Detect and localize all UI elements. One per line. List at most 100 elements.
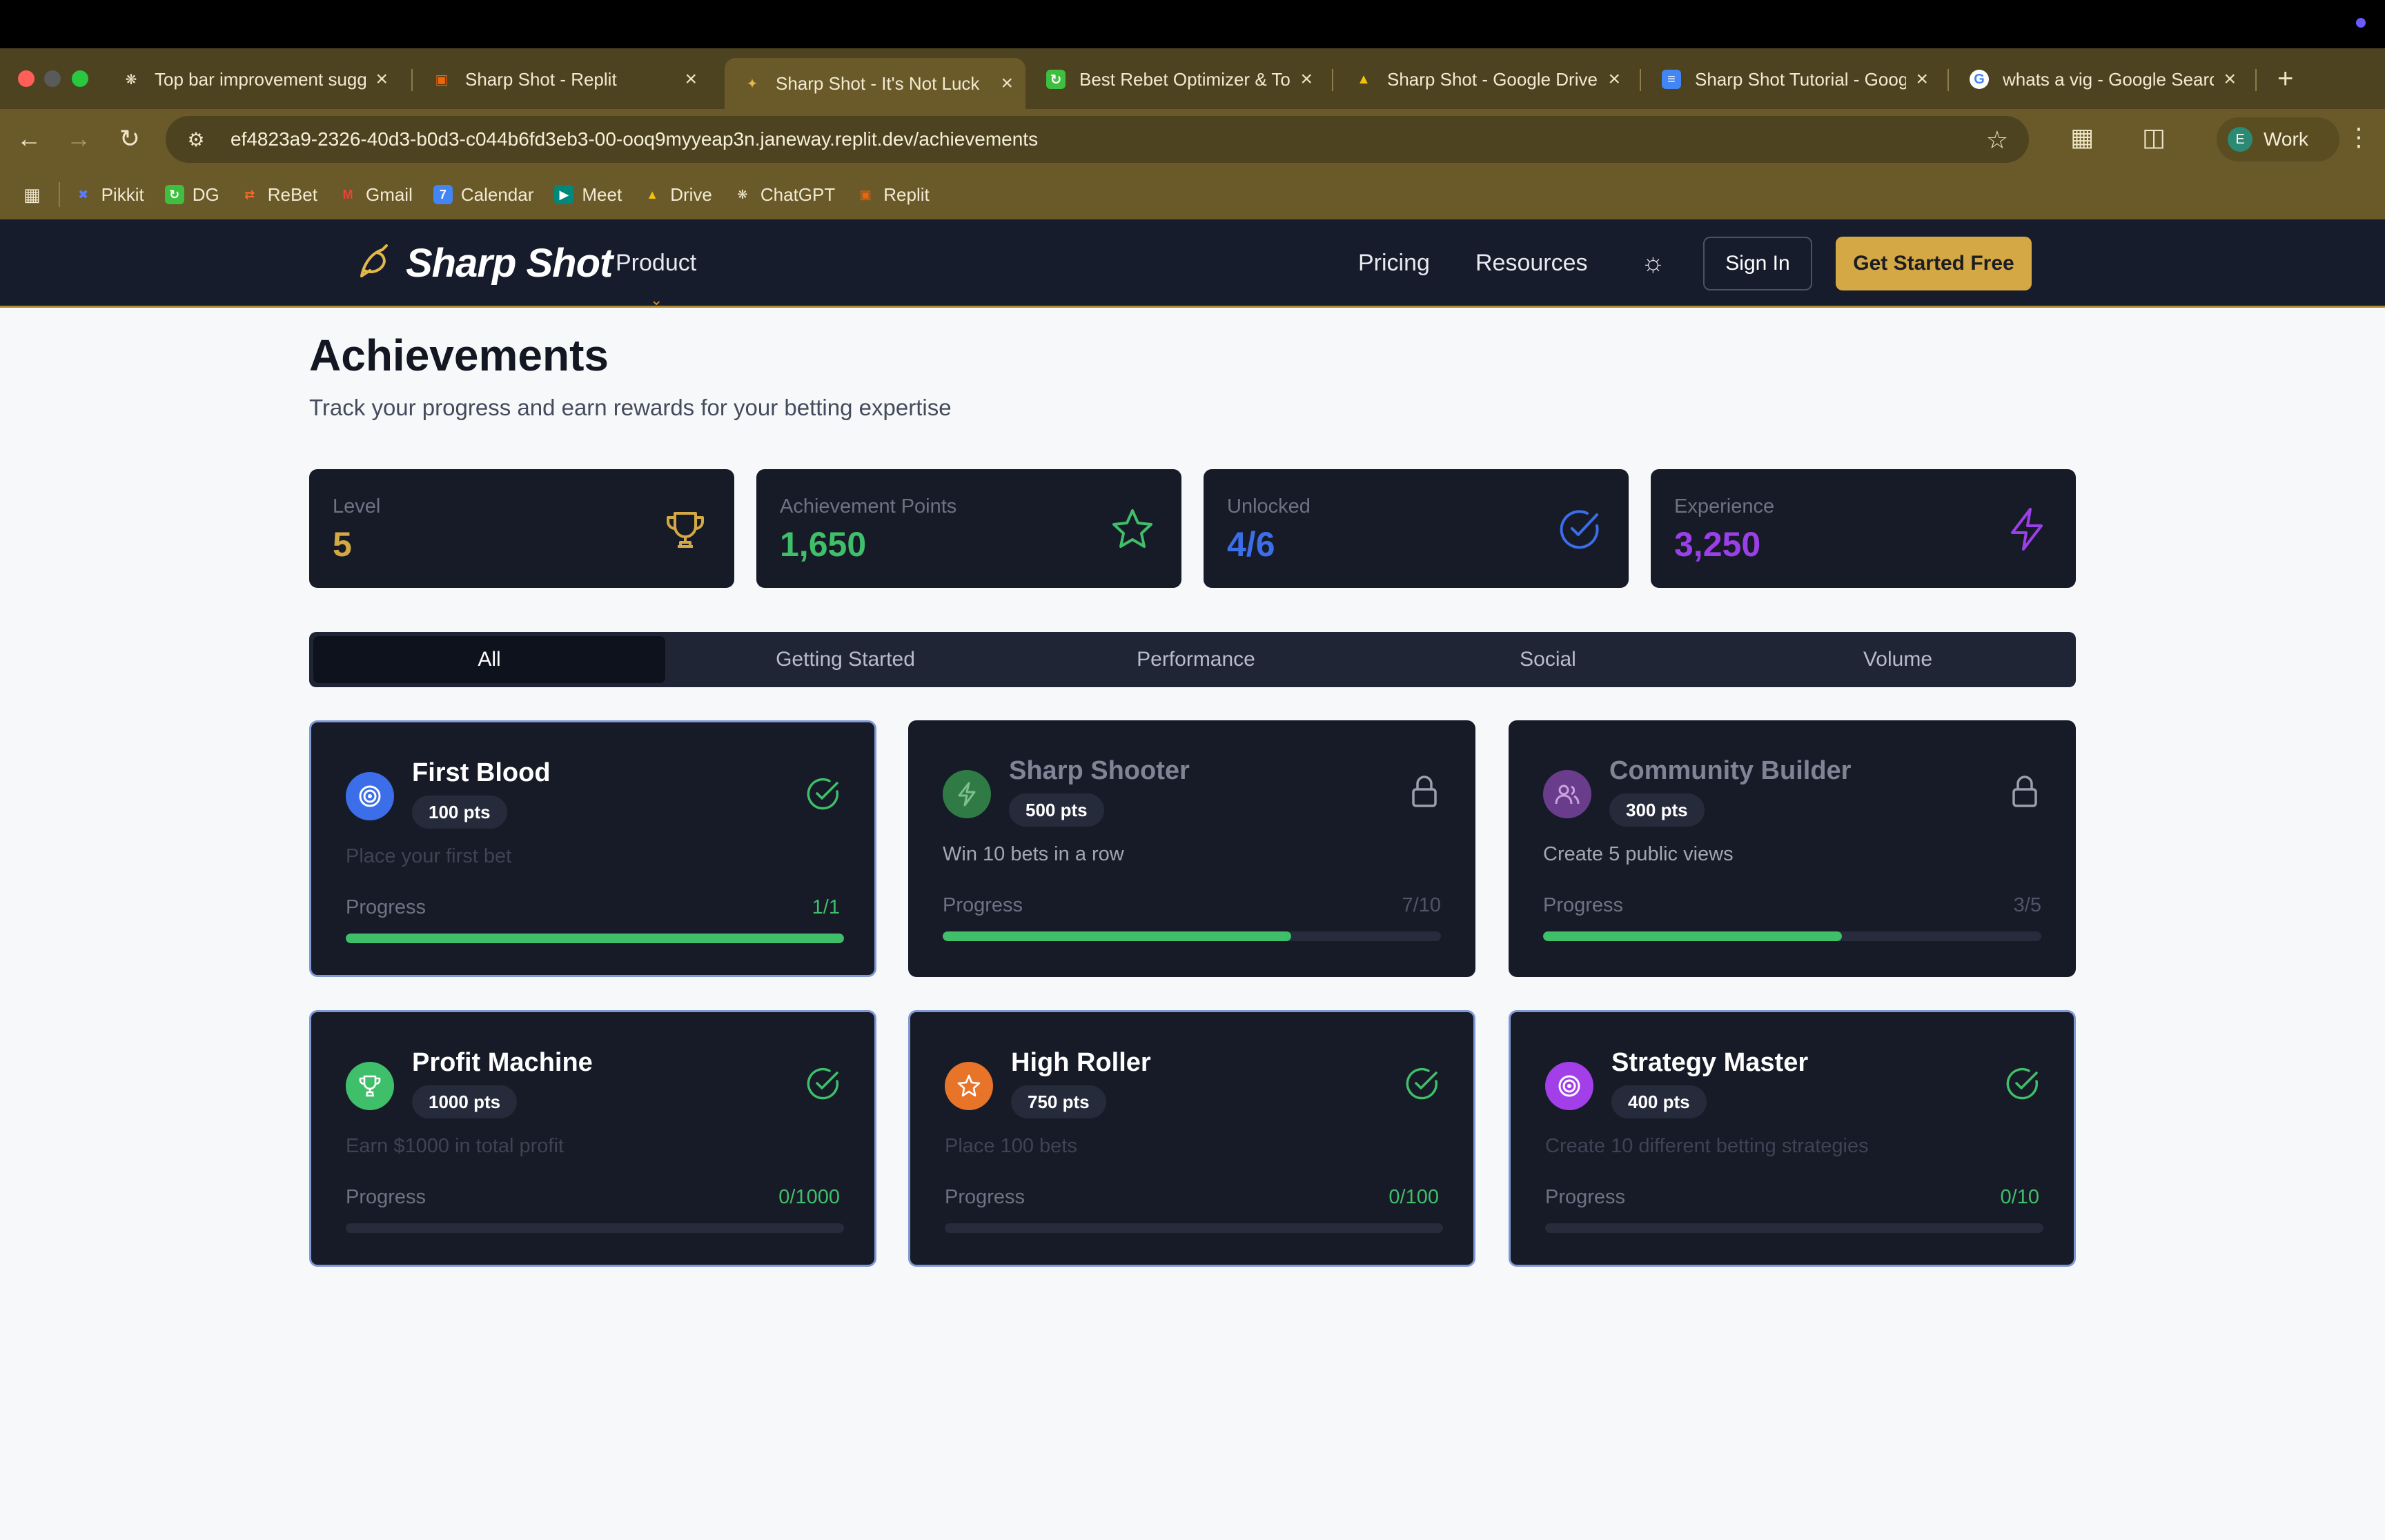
browser-tab[interactable]: ≡ Sharp Shot Tutorial - Goog × (1644, 58, 1941, 101)
tab-performance[interactable]: Performance (1020, 636, 1372, 683)
sharpshot-logo-icon (352, 243, 393, 284)
browser-tab-active[interactable]: ✦ Sharp Shot - It's Not Luck × (725, 58, 1025, 109)
bookmark-meet[interactable]: ▶ Meet (554, 184, 622, 206)
get-started-button[interactable]: Get Started Free (1836, 237, 2032, 290)
achievement-title: Sharp Shooter (1009, 756, 1190, 785)
achievement-card[interactable]: Profit Machine 1000 pts Earn $1000 in to… (309, 1010, 876, 1267)
achievement-title: Community Builder (1609, 756, 1852, 785)
address-bar[interactable]: ⚙ ef4823a9-2326-40d3-b0d3-c044b6fd3eb3-0… (166, 116, 2029, 163)
tab-volume[interactable]: Volume (1722, 636, 2073, 683)
nav-product[interactable]: Product (616, 250, 696, 277)
close-window-button[interactable] (18, 70, 35, 87)
lock-icon (1412, 776, 1437, 807)
browser-menu-icon[interactable]: ⋮ (2346, 123, 2371, 152)
bookmark-label: DG (192, 184, 219, 205)
progress-bar (346, 934, 844, 943)
points-badge: 400 pts (1611, 1085, 1707, 1118)
bookmark-label: Meet (582, 184, 622, 205)
nav-resources[interactable]: Resources (1475, 250, 1588, 277)
points-badge: 300 pts (1609, 793, 1705, 827)
stat-label: Level (333, 495, 381, 517)
minimize-window-button[interactable] (44, 70, 61, 87)
brand-logo[interactable]: Sharp Shot (352, 240, 613, 286)
sun-icon[interactable]: ☼ (1641, 248, 1665, 278)
bookmark-calendar[interactable]: 7 Calendar (433, 184, 533, 206)
cast-icon[interactable]: ◫ (2142, 123, 2166, 152)
achievement-card[interactable]: Strategy Master 400 pts Create 10 differ… (1509, 1010, 2076, 1267)
achievement-card[interactable]: High Roller 750 pts Place 100 bets Progr… (908, 1010, 1475, 1267)
status-dot (2356, 18, 2366, 28)
tab-divider (1640, 69, 1641, 91)
bookmark-chatgpt[interactable]: ❋ ChatGPT (733, 184, 835, 206)
rebet-icon: ⇄ (244, 187, 255, 201)
close-icon[interactable]: × (1001, 72, 1013, 95)
browser-tab[interactable]: ❋ Top bar improvement sugg × (104, 58, 400, 101)
browser-tab[interactable]: ↻ Best Rebet Optimizer & To × (1028, 58, 1325, 101)
browser-tab[interactable]: G whats a vig - Google Searc × (1952, 58, 2248, 101)
google-icon: G (1970, 70, 1989, 89)
extensions-icon[interactable]: ▦ (2070, 123, 2094, 152)
progress-label: Progress (1543, 894, 1624, 916)
sharpshot-icon: ✦ (746, 76, 758, 92)
close-icon[interactable]: × (2224, 68, 2236, 91)
apps-grid-icon[interactable]: ▦ (23, 184, 41, 206)
points-badge: 1000 pts (412, 1085, 518, 1118)
progress-value: 0/1000 (778, 1186, 840, 1208)
browser-tab[interactable]: ▲ Sharp Shot - Google Drive × (1336, 58, 1633, 101)
close-icon[interactable]: × (685, 68, 697, 91)
maximize-window-button[interactable] (72, 70, 88, 87)
dg-icon: ↻ (164, 185, 184, 204)
close-icon[interactable]: × (1916, 68, 1928, 91)
achievement-card[interactable]: First Blood 100 pts Place your first bet… (309, 720, 876, 977)
bookmark-gmail[interactable]: M Gmail (338, 184, 412, 206)
tab-social[interactable]: Social (1372, 636, 1724, 683)
bookmark-star-icon[interactable]: ☆ (1986, 126, 2008, 155)
new-tab-button[interactable]: + (2277, 63, 2293, 95)
tab-divider (2255, 69, 2257, 91)
site-info-icon[interactable]: ⚙ (182, 126, 210, 153)
bookmark-rebet[interactable]: ⇄ ReBet (240, 184, 317, 206)
drive-icon: ▲ (646, 187, 659, 201)
tab-all[interactable]: All (313, 636, 665, 683)
forward-icon[interactable]: → (63, 124, 94, 153)
replit-icon: ▣ (859, 187, 872, 201)
achievement-card[interactable]: Sharp Shooter 500 pts Win 10 bets in a r… (908, 720, 1475, 977)
progress-value: 1/1 (812, 896, 840, 918)
pikkit-icon: ✖ (78, 187, 89, 201)
bookmark-drive[interactable]: ▲ Drive (642, 184, 712, 206)
progress-value: 3/5 (2013, 894, 2041, 916)
avatar: E (2228, 127, 2252, 152)
bookmark-dg[interactable]: ↻ DG (164, 184, 219, 206)
back-icon[interactable]: ← (14, 124, 44, 153)
page-title: Achievements (309, 330, 609, 380)
profile-button[interactable]: E Work (2217, 117, 2339, 161)
site-header: Sharp Shot Product ⌄ Pricing Resources ☼… (0, 219, 2385, 308)
reload-icon[interactable]: ↻ (115, 124, 145, 153)
progress-label: Progress (346, 896, 426, 918)
trophy-icon (346, 1062, 394, 1110)
nav-pricing[interactable]: Pricing (1358, 250, 1430, 277)
check-circle-icon (1406, 1067, 1438, 1100)
chevron-down-icon: ⌄ (650, 291, 663, 308)
sign-in-button[interactable]: Sign In (1703, 237, 1812, 290)
bookmarks-divider (58, 182, 60, 207)
tab-getting-started[interactable]: Getting Started (669, 636, 1021, 683)
bookmark-pikkit[interactable]: ✖ Pikkit (74, 184, 144, 206)
progress-value: 0/10 (2000, 1186, 2039, 1208)
browser-tab[interactable]: ▣ Sharp Shot - Replit × (414, 58, 709, 101)
achievement-title: High Roller (1011, 1048, 1151, 1077)
profile-label: Work (2264, 128, 2308, 150)
replit-icon: ▣ (435, 72, 449, 88)
bookmarks-bar: ▦ ✖ Pikkit ↻ DG ⇄ ReBet M Gmail 7 Calendar ▶ M… (0, 170, 2385, 219)
close-icon[interactable]: × (1608, 68, 1620, 91)
tab-divider (1332, 69, 1333, 91)
chatgpt-icon: ❋ (737, 187, 748, 201)
progress-bar (945, 1223, 1443, 1233)
tab-title: Sharp Shot - It's Not Luck (776, 72, 980, 94)
close-icon[interactable]: × (1300, 68, 1313, 91)
users-icon (1543, 770, 1591, 818)
bookmark-replit[interactable]: ▣ Replit (856, 184, 930, 206)
achievement-card[interactable]: Community Builder 300 pts Create 5 publi… (1509, 720, 2076, 977)
page-subtitle: Track your progress and earn rewards for… (309, 395, 952, 420)
close-icon[interactable]: × (375, 68, 388, 91)
